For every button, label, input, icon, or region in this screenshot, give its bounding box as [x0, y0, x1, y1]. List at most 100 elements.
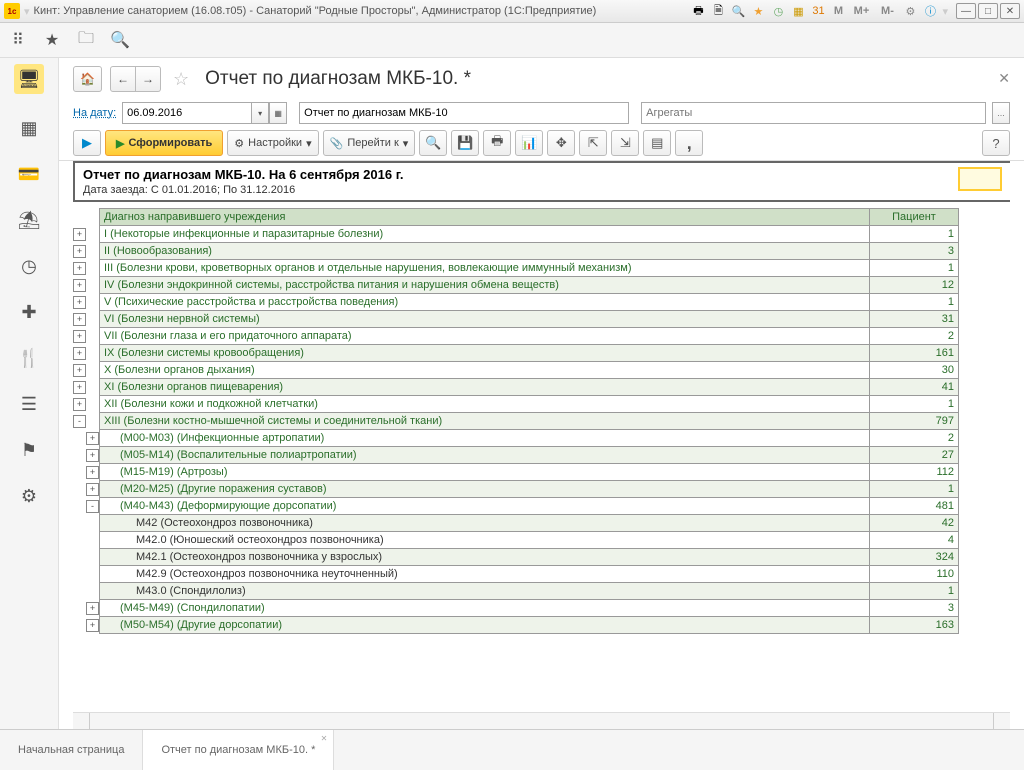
sidebar-storage-icon[interactable]: ☰: [17, 392, 41, 416]
search-doc-icon[interactable]: 🔍: [730, 3, 746, 19]
print-preview-icon[interactable]: 🗎: [710, 3, 726, 19]
tool-layers-icon[interactable]: ▤: [643, 130, 671, 156]
expand-toggle[interactable]: +: [73, 262, 86, 275]
sidebar-lamp-icon[interactable]: ⛱: [17, 208, 41, 232]
sidebar-desktop-icon[interactable]: 🖥: [14, 64, 44, 94]
diagnosis-cell: XIII (Болезни костно-мышечной системы и …: [100, 413, 870, 430]
minimize-button[interactable]: —: [956, 3, 976, 19]
patient-count-cell: 163: [870, 617, 959, 634]
history-icon[interactable]: ◷: [770, 3, 786, 19]
expand-toggle[interactable]: +: [73, 245, 86, 258]
expand-toggle[interactable]: +: [73, 347, 86, 360]
date-label-link[interactable]: На дату:: [73, 107, 116, 119]
sidebar-card-icon[interactable]: 💳: [17, 162, 41, 186]
tool-find-icon[interactable]: 🔍: [419, 130, 447, 156]
close-page-button[interactable]: ✕: [998, 70, 1010, 87]
diagnosis-cell: II (Новообразования): [100, 243, 870, 260]
diagnosis-cell: (M00-M03) (Инфекционные артропатии): [100, 430, 870, 447]
expand-toggle[interactable]: +: [73, 330, 86, 343]
report-name-input[interactable]: [299, 102, 629, 124]
sidebar-clock-icon[interactable]: ◷: [17, 254, 41, 278]
diagnosis-cell: M42 (Остеохондроз позвоночника): [100, 515, 870, 532]
tool-move-icon[interactable]: ✥: [547, 130, 575, 156]
expand-toggle[interactable]: +: [73, 279, 86, 292]
clipboard-icon[interactable]: 🗀: [76, 30, 96, 50]
tool-print-icon[interactable]: 🖶: [483, 130, 511, 156]
forward-button[interactable]: →: [136, 66, 161, 92]
tool-chart-icon[interactable]: 📊: [515, 130, 543, 156]
expand-toggle[interactable]: +: [73, 296, 86, 309]
aggregates-more-button[interactable]: …: [992, 102, 1010, 124]
diagnosis-cell: M43.0 (Спондилолиз): [100, 583, 870, 600]
help-button[interactable]: ?: [982, 130, 1010, 156]
expand-toggle[interactable]: +: [86, 483, 99, 496]
favorite-toggle[interactable]: ☆: [173, 69, 189, 90]
print-icon[interactable]: 🖶: [690, 3, 706, 19]
close-button[interactable]: ✕: [1000, 3, 1020, 19]
options-icon[interactable]: ⚙: [902, 3, 918, 19]
expand-run-button[interactable]: ▶: [73, 130, 101, 156]
tool-comma-icon[interactable]: ,: [675, 130, 703, 156]
sidebar-calendar-icon[interactable]: ▦: [17, 116, 41, 140]
tool-save-icon[interactable]: 💾: [451, 130, 479, 156]
tool-expand-icon[interactable]: ⇲: [611, 130, 639, 156]
col-header-patient: Пациент: [870, 209, 959, 226]
expand-toggle[interactable]: +: [86, 432, 99, 445]
diagnosis-cell: (M15-M19) (Артрозы): [100, 464, 870, 481]
expand-toggle[interactable]: +: [73, 313, 86, 326]
diagnosis-cell: III (Болезни крови, кроветворных органов…: [100, 260, 870, 277]
date-input[interactable]: [122, 102, 252, 124]
m-button[interactable]: M: [830, 3, 846, 19]
sidebar-settings-icon[interactable]: ⚙: [17, 484, 41, 508]
tool-collapse-icon[interactable]: ⇱: [579, 130, 607, 156]
expand-toggle[interactable]: -: [73, 415, 86, 428]
apps-icon[interactable]: ⠿: [8, 30, 28, 50]
back-button[interactable]: ←: [110, 66, 136, 92]
expand-toggle[interactable]: +: [86, 602, 99, 615]
expand-toggle[interactable]: +: [86, 466, 99, 479]
sidebar-flag-icon[interactable]: ⚑: [17, 438, 41, 462]
expand-toggle[interactable]: +: [86, 449, 99, 462]
date-dropdown-button[interactable]: ▾: [252, 102, 269, 124]
expand-toggle[interactable]: +: [73, 228, 86, 241]
horizontal-scrollbar[interactable]: [73, 712, 1010, 729]
expand-toggle[interactable]: +: [86, 619, 99, 632]
patient-count-cell: 3: [870, 600, 959, 617]
date-picker-button[interactable]: ▦: [269, 102, 287, 124]
favorite-icon[interactable]: ★: [750, 3, 766, 19]
diagnosis-cell: IV (Болезни эндокринной системы, расстро…: [100, 277, 870, 294]
diagnosis-cell: (M50-M54) (Другие дорсопатии): [100, 617, 870, 634]
info-icon[interactable]: ⓘ: [922, 3, 938, 19]
m-minus-button[interactable]: M-: [876, 3, 898, 19]
diagnosis-cell: (M45-M49) (Спондилопатии): [100, 600, 870, 617]
goto-button[interactable]: 📎 Перейти к ▾: [323, 130, 416, 156]
patient-count-cell: 2: [870, 328, 959, 345]
maximize-button[interactable]: □: [978, 3, 998, 19]
settings-button[interactable]: ⚙ Настройки ▾: [227, 130, 318, 156]
aggregates-input[interactable]: [641, 102, 986, 124]
tab-report[interactable]: Отчет по диагнозам МКБ-10. *✕: [143, 730, 334, 770]
tab-home[interactable]: Начальная страница: [0, 730, 143, 770]
expand-toggle[interactable]: +: [73, 381, 86, 394]
diagnosis-cell: X (Болезни органов дыхания): [100, 362, 870, 379]
diagnosis-cell: (M40-M43) (Деформирующие дорсопатии): [100, 498, 870, 515]
report-highlight-box: [958, 167, 1002, 191]
patient-count-cell: 112: [870, 464, 959, 481]
expand-toggle[interactable]: +: [73, 364, 86, 377]
calendar-icon[interactable]: 31: [810, 3, 826, 19]
expand-toggle[interactable]: -: [86, 500, 99, 513]
report-subtitle: Дата заезда: С 01.01.2016; По 31.12.2016: [83, 184, 950, 196]
sidebar-medical-icon[interactable]: ✚: [17, 300, 41, 324]
sidebar-food-icon[interactable]: 🍴: [17, 346, 41, 370]
star-icon[interactable]: ★: [42, 30, 62, 50]
diagnosis-cell: M42.0 (Юношеский остеохондроз позвоночни…: [100, 532, 870, 549]
m-plus-button[interactable]: M+: [850, 3, 872, 19]
home-button[interactable]: 🏠: [73, 66, 102, 92]
patient-count-cell: 797: [870, 413, 959, 430]
calc-icon[interactable]: ▦: [790, 3, 806, 19]
tab-close-icon[interactable]: ✕: [321, 734, 328, 743]
search-icon[interactable]: 🔍: [110, 30, 130, 50]
patient-count-cell: 324: [870, 549, 959, 566]
expand-toggle[interactable]: +: [73, 398, 86, 411]
run-report-button[interactable]: ▶Сформировать: [105, 130, 223, 156]
